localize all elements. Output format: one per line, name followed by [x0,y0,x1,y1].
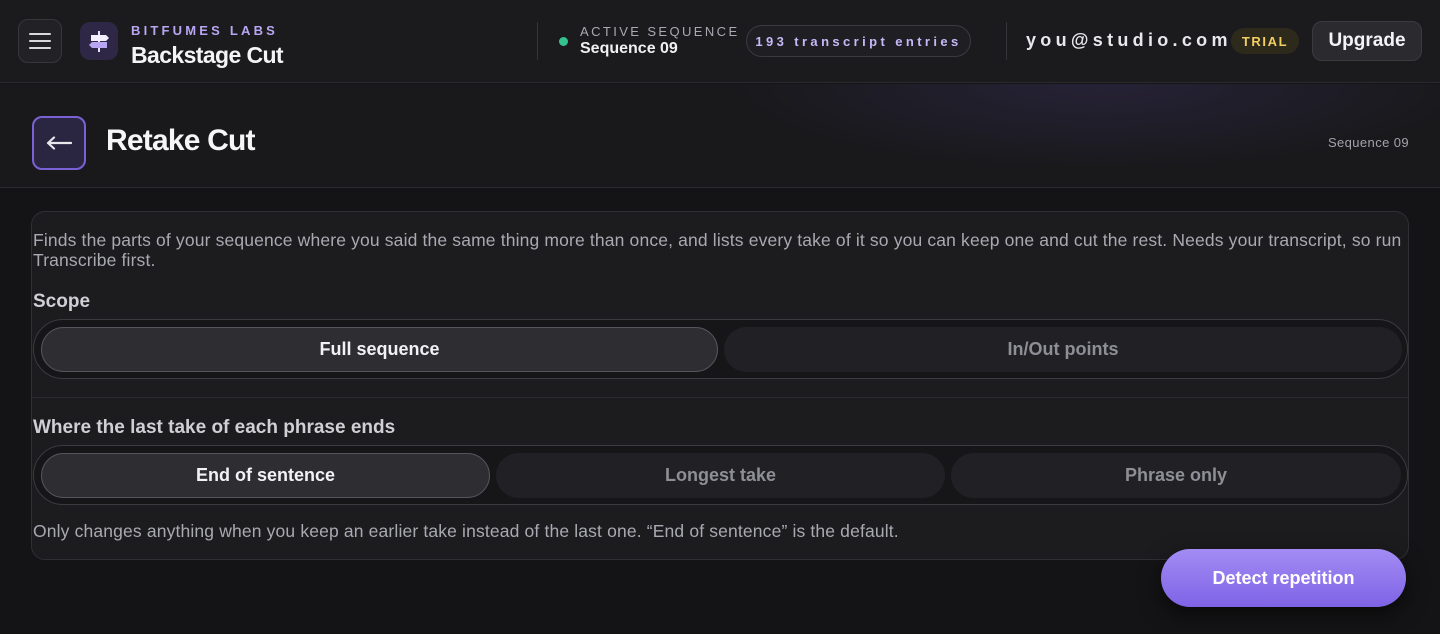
back-button[interactable] [32,116,86,170]
divider [537,22,538,60]
scope-option-in-out-points[interactable]: In/Out points [724,327,1402,372]
detect-repetition-button[interactable]: Detect repetition [1161,549,1406,607]
upgrade-button[interactable]: Upgrade [1312,21,1422,61]
transcript-entries-badge: 193 transcript entries [746,25,971,57]
phrase-end-option-end-of-sentence[interactable]: End of sentence [41,453,490,498]
header-sequence-label: Sequence 09 [1327,135,1409,150]
scope-label: Scope [33,291,91,312]
arrow-left-icon [46,136,72,150]
phrase-end-option-longest-take[interactable]: Longest take [496,453,945,498]
phrase-end-segmented-control: End of sentence Longest take Phrase only [33,445,1408,505]
section-divider [32,397,1408,398]
page-title: Retake Cut [106,124,256,157]
active-sequence-value: Sequence 09 [580,40,678,57]
menu-button[interactable] [18,19,62,63]
scope-option-full-sequence[interactable]: Full sequence [41,327,718,372]
top-bar: BITFUMES LABS Backstage Cut ACTIVE SEQUE… [0,0,1440,83]
signpost-logo-icon [89,31,109,52]
status-dot [559,37,568,46]
divider [1006,22,1007,60]
active-sequence-label: ACTIVE SEQUENCE [580,24,740,39]
scope-segmented-control: Full sequence In/Out points [33,319,1408,379]
phrase-end-option-phrase-only[interactable]: Phrase only [951,453,1401,498]
description-text: Finds the parts of your sequence where y… [33,230,1402,270]
brand-title: Backstage Cut [131,42,284,68]
brand-kicker: BITFUMES LABS [131,23,279,38]
phrase-end-label: Where the last take of each phrase ends [33,417,396,438]
user-email[interactable]: you@studio.com [1026,30,1232,51]
hint-text: Only changes anything when you keep an e… [33,521,899,541]
hamburger-menu-icon [29,33,51,49]
plan-badge: TRIAL [1231,28,1299,54]
app-logo [80,22,118,60]
